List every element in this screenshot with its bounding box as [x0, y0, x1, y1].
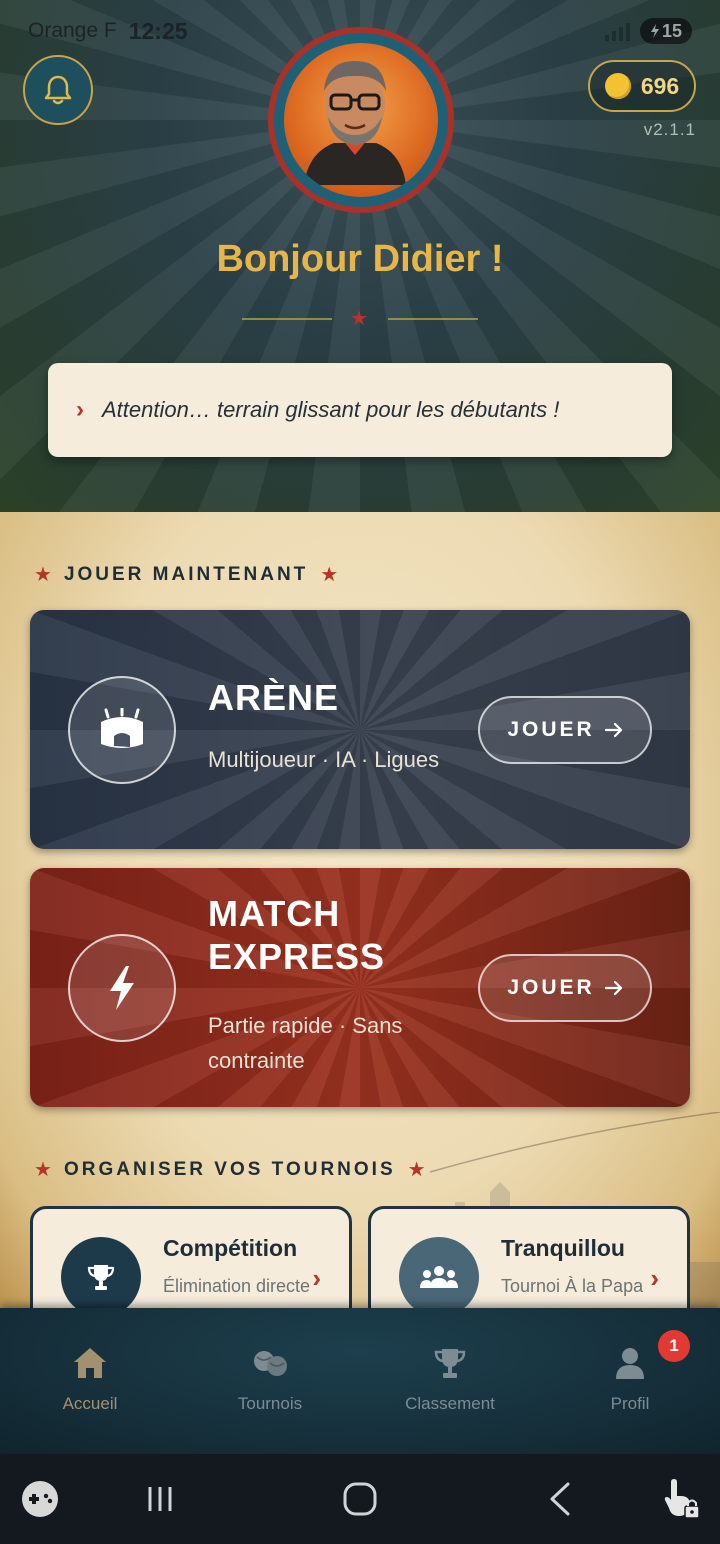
bottom-navigation: Accueil Tournois Classement Profil 1	[0, 1308, 720, 1454]
tranquillou-title: Tranquillou	[501, 1235, 625, 1261]
home-circle-icon	[343, 1482, 377, 1516]
recent-apps-button[interactable]	[130, 1454, 190, 1544]
arrow-right-icon	[604, 722, 622, 738]
bell-icon	[44, 75, 72, 105]
charging-icon	[650, 24, 659, 38]
gamepad-icon	[22, 1481, 58, 1517]
game-launcher-button[interactable]	[18, 1454, 62, 1544]
star-icon: ★	[34, 1159, 52, 1181]
hand-lock-icon	[664, 1479, 700, 1519]
star-icon: ★	[407, 1159, 426, 1181]
play-section-title: ★ JOUER MAINTENANT ★	[34, 563, 339, 587]
arena-play-button[interactable]: JOUER	[478, 696, 652, 764]
chevron-right-icon: ›	[76, 396, 84, 423]
match-express-card[interactable]: MATCH EXPRESS Partie rapide · Sans contr…	[30, 868, 690, 1107]
touch-lock-button[interactable]	[656, 1454, 706, 1544]
notification-badge: 1	[658, 1330, 690, 1362]
star-icon: ★	[350, 308, 368, 330]
system-navigation-bar	[0, 1454, 720, 1544]
home-button[interactable]	[330, 1454, 390, 1544]
status-time: 12:25	[128, 17, 188, 44]
chevron-right-icon: ›	[650, 1263, 659, 1293]
arena-title: ARÈNE	[208, 677, 340, 718]
match-express-play-button[interactable]: JOUER	[478, 954, 652, 1022]
group-icon	[399, 1237, 479, 1312]
tranquillou-subtitle: Tournoi À la Papa	[501, 1276, 644, 1296]
star-icon: ★	[34, 564, 52, 586]
carrier-name: Orange F	[28, 19, 117, 42]
home-icon	[74, 1348, 106, 1378]
arena-card[interactable]: ARÈNE Multijoueur · IA · Ligues JOUER	[30, 610, 690, 849]
tip-banner: › Attention… terrain glissant pour les d…	[48, 363, 672, 457]
tranquillou-card[interactable]: Tranquillou Tournoi À la Papa ›	[368, 1206, 690, 1312]
battery-level: 15	[661, 20, 683, 41]
coin-icon	[604, 73, 631, 99]
lightning-icon	[68, 934, 176, 1042]
user-icon	[616, 1348, 644, 1379]
nav-item-classement[interactable]: Classement	[380, 1346, 520, 1414]
trophy-icon	[434, 1349, 466, 1378]
match-express-title: MATCH EXPRESS	[208, 893, 386, 978]
signal-icon	[605, 21, 630, 41]
chevron-right-icon: ›	[312, 1263, 321, 1293]
avatar-portrait	[304, 61, 406, 185]
trophy-icon	[61, 1237, 141, 1312]
match-express-subtitle: Partie rapide · Sans contrainte	[208, 1013, 403, 1074]
petanque-balls-icon	[254, 1351, 287, 1376]
tournament-section-title: ★ ORGANISER VOS TOURNOIS ★	[34, 1158, 426, 1182]
back-button[interactable]	[530, 1454, 590, 1544]
competition-subtitle: Élimination directe	[163, 1276, 311, 1296]
profile-avatar[interactable]	[268, 27, 454, 213]
arena-subtitle: Multijoueur · IA · Ligues	[208, 747, 440, 772]
star-icon: ★	[320, 564, 339, 586]
stadium-icon	[68, 676, 176, 784]
back-icon	[550, 1482, 570, 1516]
notifications-button[interactable]	[23, 55, 93, 125]
coin-count: 696	[640, 72, 680, 99]
nav-item-accueil[interactable]: Accueil	[20, 1346, 160, 1414]
greeting-title: Bonjour Didier !	[216, 238, 504, 280]
arrow-right-icon	[604, 980, 622, 996]
competition-card[interactable]: Compétition Élimination directe ›	[30, 1206, 352, 1312]
coin-balance[interactable]: 696	[588, 60, 696, 112]
battery-indicator: 15	[640, 18, 692, 44]
nav-item-tournois[interactable]: Tournois	[200, 1346, 340, 1414]
competition-title: Compétition	[163, 1235, 298, 1261]
header: Orange F 12:25 15 696 v2.1.1 Bonjour Did…	[0, 0, 720, 512]
status-icons: 15	[605, 18, 692, 44]
main-content: ★ JOUER MAINTENANT ★ ARÈNE Multijoueur ·…	[0, 512, 720, 1312]
decorative-divider: ★	[242, 306, 478, 334]
app-version: v2.1.1	[643, 120, 696, 139]
tip-text: Attention… terrain glissant pour les déb…	[102, 397, 560, 422]
recent-apps-icon	[148, 1487, 172, 1511]
